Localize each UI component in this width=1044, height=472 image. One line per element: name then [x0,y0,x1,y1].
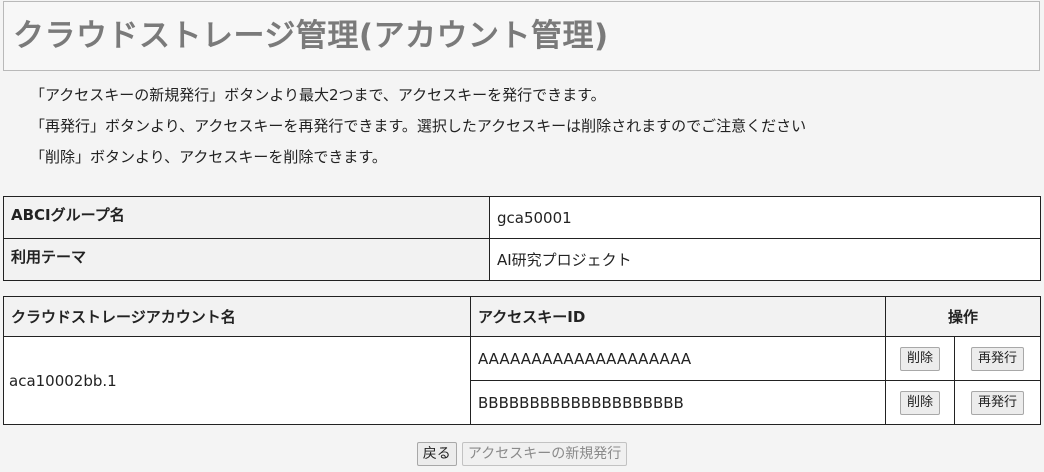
reissue-button[interactable]: 再発行 [970,390,1024,415]
theme-label: 利用テーマ [3,238,490,281]
delete-button[interactable]: 削除 [899,390,940,415]
group-info-table: ABCIグループ名 gca50001 利用テーマ AI研究プロジェクト [3,196,1041,281]
access-key-id-cell: AAAAAAAAAAAAAAAAAAAA [470,336,886,381]
account-name-cell: aca10002bb.1 [3,336,471,425]
page-header: クラウドストレージ管理(アカウント管理) [3,1,1040,71]
table-row: aca10002bb.1 AAAAAAAAAAAAAAAAAAAA 削除 再発行 [3,336,1041,425]
table-header-row: クラウドストレージアカウント名 アクセスキーID 操作 [3,296,1041,337]
new-access-key-button[interactable]: アクセスキーの新規発行 [461,442,628,466]
access-key-id-cell: BBBBBBBBBBBBBBBBBBBB [470,380,886,425]
page-title: クラウドストレージ管理(アカウント管理) [13,18,609,54]
group-name-value: gca50001 [489,196,1041,239]
table-row: 利用テーマ AI研究プロジェクト [3,238,1041,281]
delete-button[interactable]: 削除 [899,346,940,371]
account-name-header: クラウドストレージアカウント名 [3,296,471,337]
theme-value: AI研究プロジェクト [489,238,1041,281]
instruction-line: 「アクセスキーの新規発行」ボタンより最大2つまで、アクセスキーを発行できます。 [30,86,606,104]
table-row: ABCIグループ名 gca50001 [3,196,1041,239]
account-table: クラウドストレージアカウント名 アクセスキーID 操作 aca10002bb.1… [3,296,1041,425]
back-button[interactable]: 戻る [416,442,457,466]
instruction-line: 「再発行」ボタンより、アクセスキーを再発行できます。選択したアクセスキーは削除さ… [30,117,807,135]
access-key-id-header: アクセスキーID [470,296,886,337]
group-name-label: ABCIグループ名 [3,196,490,239]
instruction-line: 「削除」ボタンより、アクセスキーを削除できます。 [30,148,387,166]
footer-actions: 戻る アクセスキーの新規発行 [0,442,1044,466]
operations-header: 操作 [885,296,1041,337]
instructions: 「アクセスキーの新規発行」ボタンより最大2つまで、アクセスキーを発行できます。 … [30,84,806,177]
reissue-button[interactable]: 再発行 [970,346,1024,371]
